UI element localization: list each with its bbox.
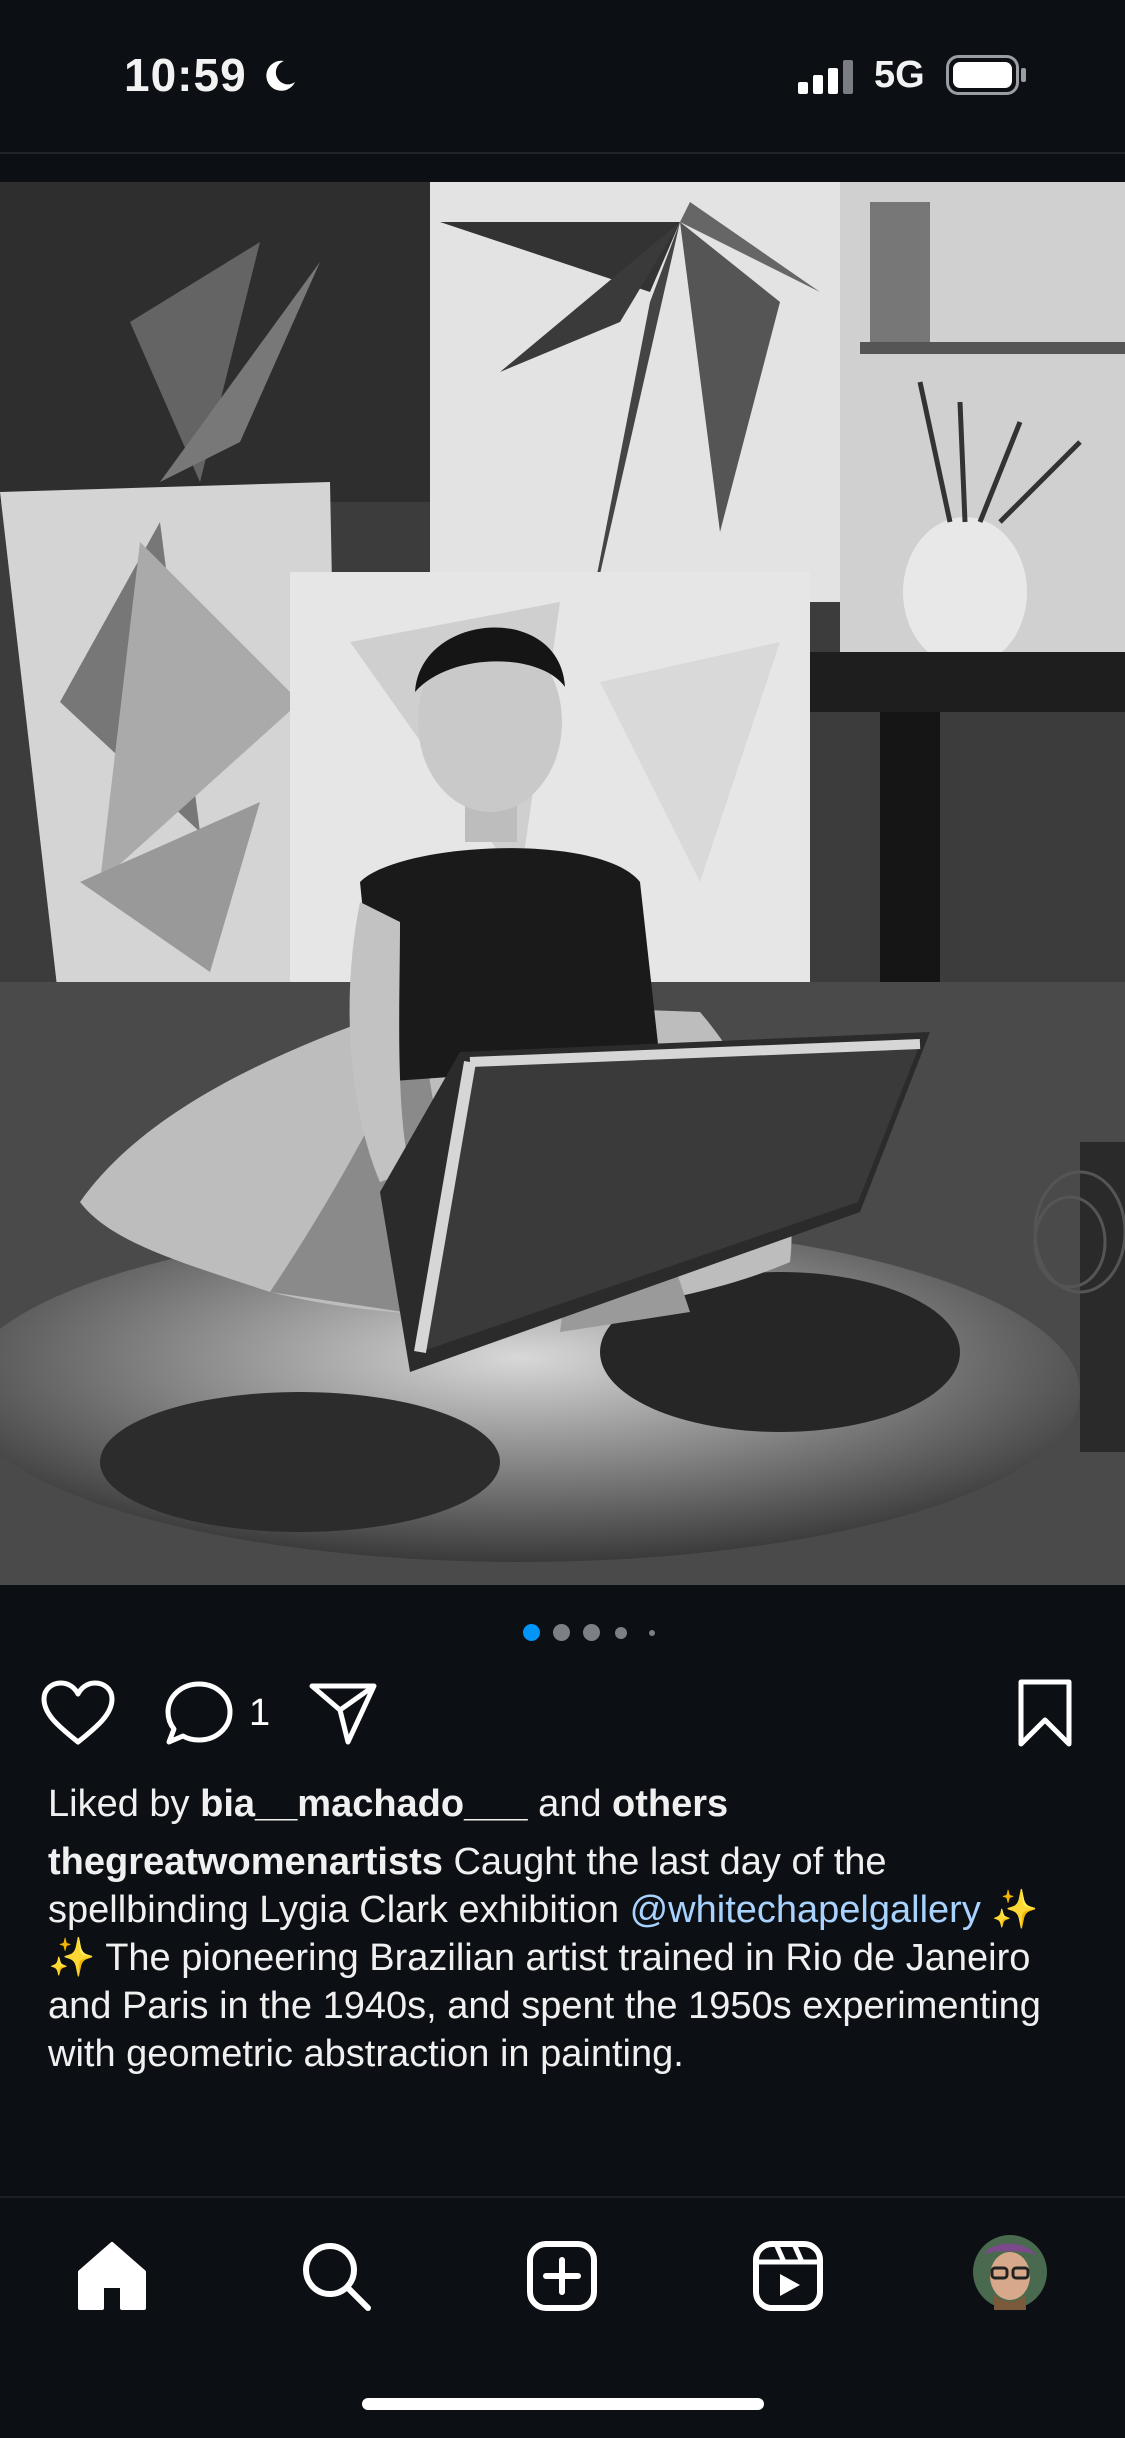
carousel-dot-5	[649, 1630, 655, 1636]
carousel-dot-4	[615, 1627, 627, 1639]
carousel-indicator	[0, 1624, 1125, 1644]
home-icon[interactable]	[72, 2236, 152, 2316]
carousel-dot-1	[523, 1624, 540, 1641]
share-icon[interactable]	[308, 1680, 378, 1746]
profile-avatar[interactable]	[972, 2234, 1048, 2310]
header-divider	[0, 152, 1125, 154]
caption: thegreatwomenartists Caught the last day…	[48, 1838, 1088, 2078]
likes-prefix: Liked by	[48, 1783, 190, 1825]
create-icon[interactable]	[522, 2236, 602, 2316]
likes-line[interactable]: Liked by bia__machado___ and others	[48, 1780, 1088, 1828]
reels-icon[interactable]	[748, 2236, 828, 2316]
caption-username[interactable]: thegreatwomenartists	[48, 1841, 443, 1883]
carousel-dot-3	[583, 1624, 600, 1641]
liked-by-user[interactable]: bia__machado___	[200, 1783, 527, 1825]
likes-connector: and	[538, 1783, 602, 1825]
signal-icon	[798, 60, 853, 94]
heart-icon[interactable]	[40, 1680, 116, 1746]
battery-icon	[946, 55, 1026, 95]
caption-text-2: The pioneering Brazilian artist trained …	[48, 1937, 1041, 2075]
bookmark-icon[interactable]	[1016, 1678, 1074, 1748]
comment-icon[interactable]	[164, 1680, 234, 1748]
status-time: 10:59	[124, 49, 247, 101]
post-caption-area: Liked by bia__machado___ and others theg…	[48, 1780, 1088, 2078]
search-icon[interactable]	[296, 2236, 376, 2316]
liked-by-others[interactable]: others	[612, 1783, 728, 1825]
status-bar: 10:59 5G	[0, 0, 1125, 150]
network-type: 5G	[874, 54, 925, 96]
comment-count[interactable]: 1	[249, 1692, 270, 1735]
post-image[interactable]	[0, 182, 1125, 1585]
carousel-dot-2	[553, 1624, 570, 1641]
caption-mention[interactable]: @whitechapelgallery	[630, 1889, 981, 1931]
post-photo	[0, 182, 1125, 1585]
home-indicator	[362, 2398, 764, 2410]
moon-icon	[266, 60, 295, 91]
